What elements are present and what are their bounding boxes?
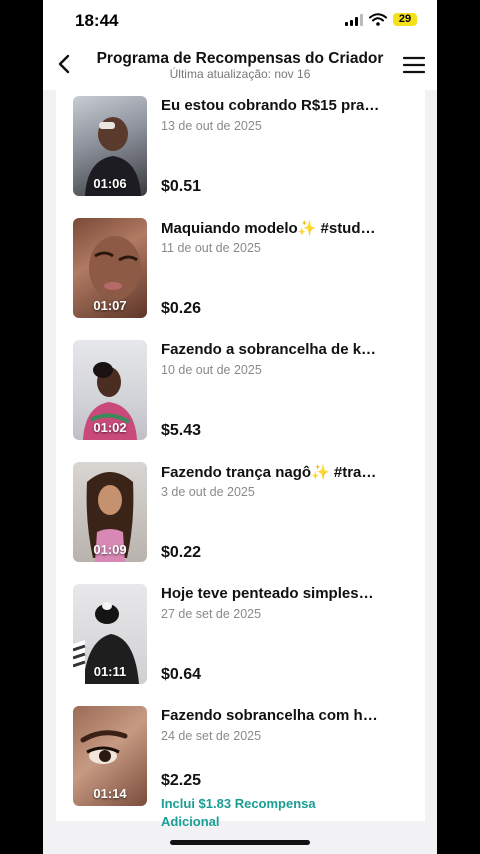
video-item[interactable]: 01:09 Fazendo trança nagô✨ #tra… 3 de ou…: [56, 456, 425, 566]
home-indicator[interactable]: [170, 840, 310, 845]
bonus-reward-note: Inclui $1.83 Recompensa Adicional: [161, 796, 316, 829]
battery-icon: 29: [393, 13, 417, 26]
video-date: 24 de set de 2025: [161, 729, 262, 743]
video-item[interactable]: 01:02 Fazendo a sobrancelha de k… 10 de …: [56, 334, 425, 444]
video-item[interactable]: 01:11 Hoje teve penteado simples… 27 de …: [56, 578, 425, 688]
video-item[interactable]: 01:06 Eu estou cobrando R$15 pra… 13 de …: [56, 90, 425, 200]
video-duration: 01:07: [93, 298, 127, 313]
status-icons: 29: [345, 13, 417, 26]
video-duration: 01:06: [93, 176, 127, 191]
video-title: Fazendo trança nagô✨ #tra…: [161, 464, 377, 481]
video-title: Maquiando modelo✨ #stud…: [161, 220, 376, 237]
video-duration: 01:02: [93, 420, 127, 435]
page-title: Programa de Recompensas do Criador: [96, 50, 384, 67]
video-earnings: $0.26: [161, 300, 202, 317]
video-thumbnail[interactable]: 01:02: [73, 340, 147, 440]
menu-icon[interactable]: [403, 54, 425, 76]
video-date: 27 de set de 2025: [161, 607, 262, 621]
video-title: Eu estou cobrando R$15 pra…: [161, 97, 380, 114]
video-thumbnail[interactable]: 01:11: [73, 584, 147, 684]
status-bar: 18:44 29: [43, 0, 437, 42]
video-list: 01:06 Eu estou cobrando R$15 pra… 13 de …: [56, 90, 425, 829]
video-duration: 01:14: [93, 786, 127, 801]
video-item[interactable]: 01:14 Fazendo sobrancelha com h… 24 de s…: [56, 700, 425, 829]
last-updated: Última atualização: nov 16: [169, 67, 311, 81]
app-screen: 18:44 29 Programa de Recompensas do Cria…: [43, 0, 437, 854]
video-date: 3 de out de 2025: [161, 485, 255, 499]
video-thumbnail[interactable]: 01:09: [73, 462, 147, 562]
video-thumbnail[interactable]: 01:07: [73, 218, 147, 318]
video-thumbnail[interactable]: 01:14: [73, 706, 147, 806]
status-time: 18:44: [75, 11, 119, 30]
video-date: 13 de out de 2025: [161, 119, 262, 133]
video-earnings: $0.22: [161, 544, 202, 561]
page-header: Programa de Recompensas do Criador Últim…: [43, 42, 437, 90]
video-duration: 01:09: [93, 542, 127, 557]
video-duration: 01:11: [93, 664, 127, 679]
wifi-icon: [369, 13, 387, 26]
video-earnings: $2.25: [161, 772, 202, 789]
video-earnings: $0.51: [161, 178, 202, 195]
video-item[interactable]: 01:07 Maquiando modelo✨ #stud… 11 de out…: [56, 212, 425, 322]
video-thumbnail[interactable]: 01:06: [73, 96, 147, 196]
video-title: Hoje teve penteado simples…: [161, 585, 374, 602]
video-date: 11 de out de 2025: [161, 241, 261, 255]
video-title: Fazendo sobrancelha com h…: [161, 707, 378, 724]
video-title: Fazendo a sobrancelha de k…: [161, 341, 377, 358]
video-date: 10 de out de 2025: [161, 363, 262, 377]
video-earnings: $0.64: [161, 666, 202, 683]
cellular-signal-icon: [345, 13, 363, 26]
back-arrow-icon[interactable]: [53, 52, 77, 76]
video-earnings: $5.43: [161, 422, 202, 439]
